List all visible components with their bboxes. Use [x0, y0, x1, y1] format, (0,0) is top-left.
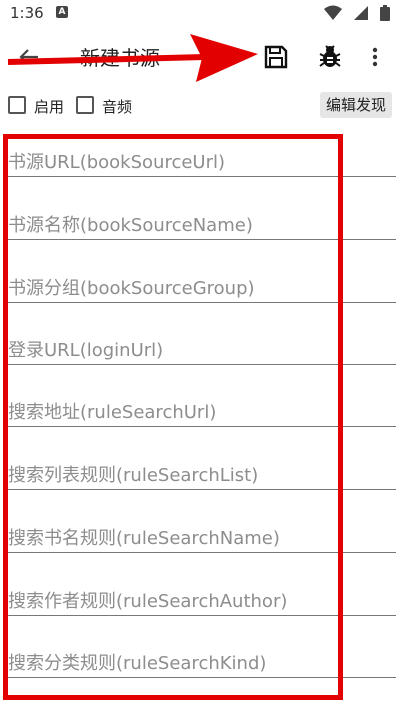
- bug-icon: [319, 45, 341, 67]
- field-rule-search-url[interactable]: 搜索地址(ruleSearchUrl): [8, 378, 396, 428]
- field-underline: [8, 426, 396, 427]
- field-book-source-name[interactable]: 书源名称(bookSourceName): [8, 191, 396, 241]
- debug-button[interactable]: [316, 43, 344, 71]
- field-underline: [8, 552, 396, 553]
- more-options-button[interactable]: [366, 43, 384, 71]
- back-button[interactable]: [14, 42, 44, 72]
- more-vertical-icon: [372, 47, 378, 67]
- status-time: 1:36: [10, 4, 44, 22]
- field-login-url[interactable]: 登录URL(loginUrl): [8, 316, 396, 366]
- status-bar: 1:36 A: [0, 0, 400, 28]
- field-placeholder: 登录URL(loginUrl): [8, 340, 164, 361]
- page-title: 新建书源: [80, 46, 160, 70]
- field-underline: [8, 302, 396, 303]
- field-underline: [8, 489, 396, 490]
- field-rule-search-list[interactable]: 搜索列表规则(ruleSearchList): [8, 441, 396, 491]
- battery-icon: [380, 5, 390, 21]
- field-book-source-url[interactable]: 书源URL(bookSourceUrl): [8, 128, 396, 178]
- field-placeholder: 搜索书名规则(ruleSearchName): [8, 528, 280, 549]
- field-placeholder: 书源URL(bookSourceUrl): [8, 152, 226, 173]
- save-button[interactable]: [262, 43, 290, 71]
- field-placeholder: 书源名称(bookSourceName): [8, 215, 253, 236]
- field-underline: [8, 364, 396, 365]
- enable-checkbox[interactable]: [8, 96, 26, 114]
- notification-icon: A: [56, 6, 68, 18]
- edit-discover-button[interactable]: 编辑发现: [319, 92, 392, 118]
- field-book-source-group[interactable]: 书源分组(bookSourceGroup): [8, 254, 396, 304]
- field-list: 书源URL(bookSourceUrl) 书源名称(bookSourceName…: [0, 128, 400, 708]
- enable-label: 启用: [34, 98, 65, 116]
- save-icon: [264, 45, 288, 69]
- audio-checkbox[interactable]: [76, 96, 94, 114]
- field-rule-search-kind[interactable]: 搜索分类规则(ruleSearchKind): [8, 629, 396, 679]
- wifi-icon: [323, 5, 342, 20]
- field-placeholder: 搜索列表规则(ruleSearchList): [8, 465, 259, 486]
- field-underline: [8, 176, 396, 177]
- status-icons: [318, 5, 390, 24]
- options-row: 启用 音频 编辑发现: [0, 90, 400, 124]
- field-placeholder: 搜索作者规则(ruleSearchAuthor): [8, 591, 288, 612]
- field-underline: [8, 615, 396, 616]
- signal-icon: [353, 6, 368, 20]
- audio-label: 音频: [102, 98, 133, 116]
- field-rule-search-name[interactable]: 搜索书名规则(ruleSearchName): [8, 504, 396, 554]
- arrow-left-icon: [19, 49, 38, 65]
- field-underline: [8, 677, 396, 678]
- field-placeholder: 搜索分类规则(ruleSearchKind): [8, 653, 267, 674]
- field-placeholder: 搜索地址(ruleSearchUrl): [8, 402, 217, 423]
- field-underline: [8, 239, 396, 240]
- field-placeholder: 书源分组(bookSourceGroup): [8, 278, 255, 299]
- toolbar: 新建书源: [0, 28, 400, 86]
- field-rule-search-author[interactable]: 搜索作者规则(ruleSearchAuthor): [8, 567, 396, 617]
